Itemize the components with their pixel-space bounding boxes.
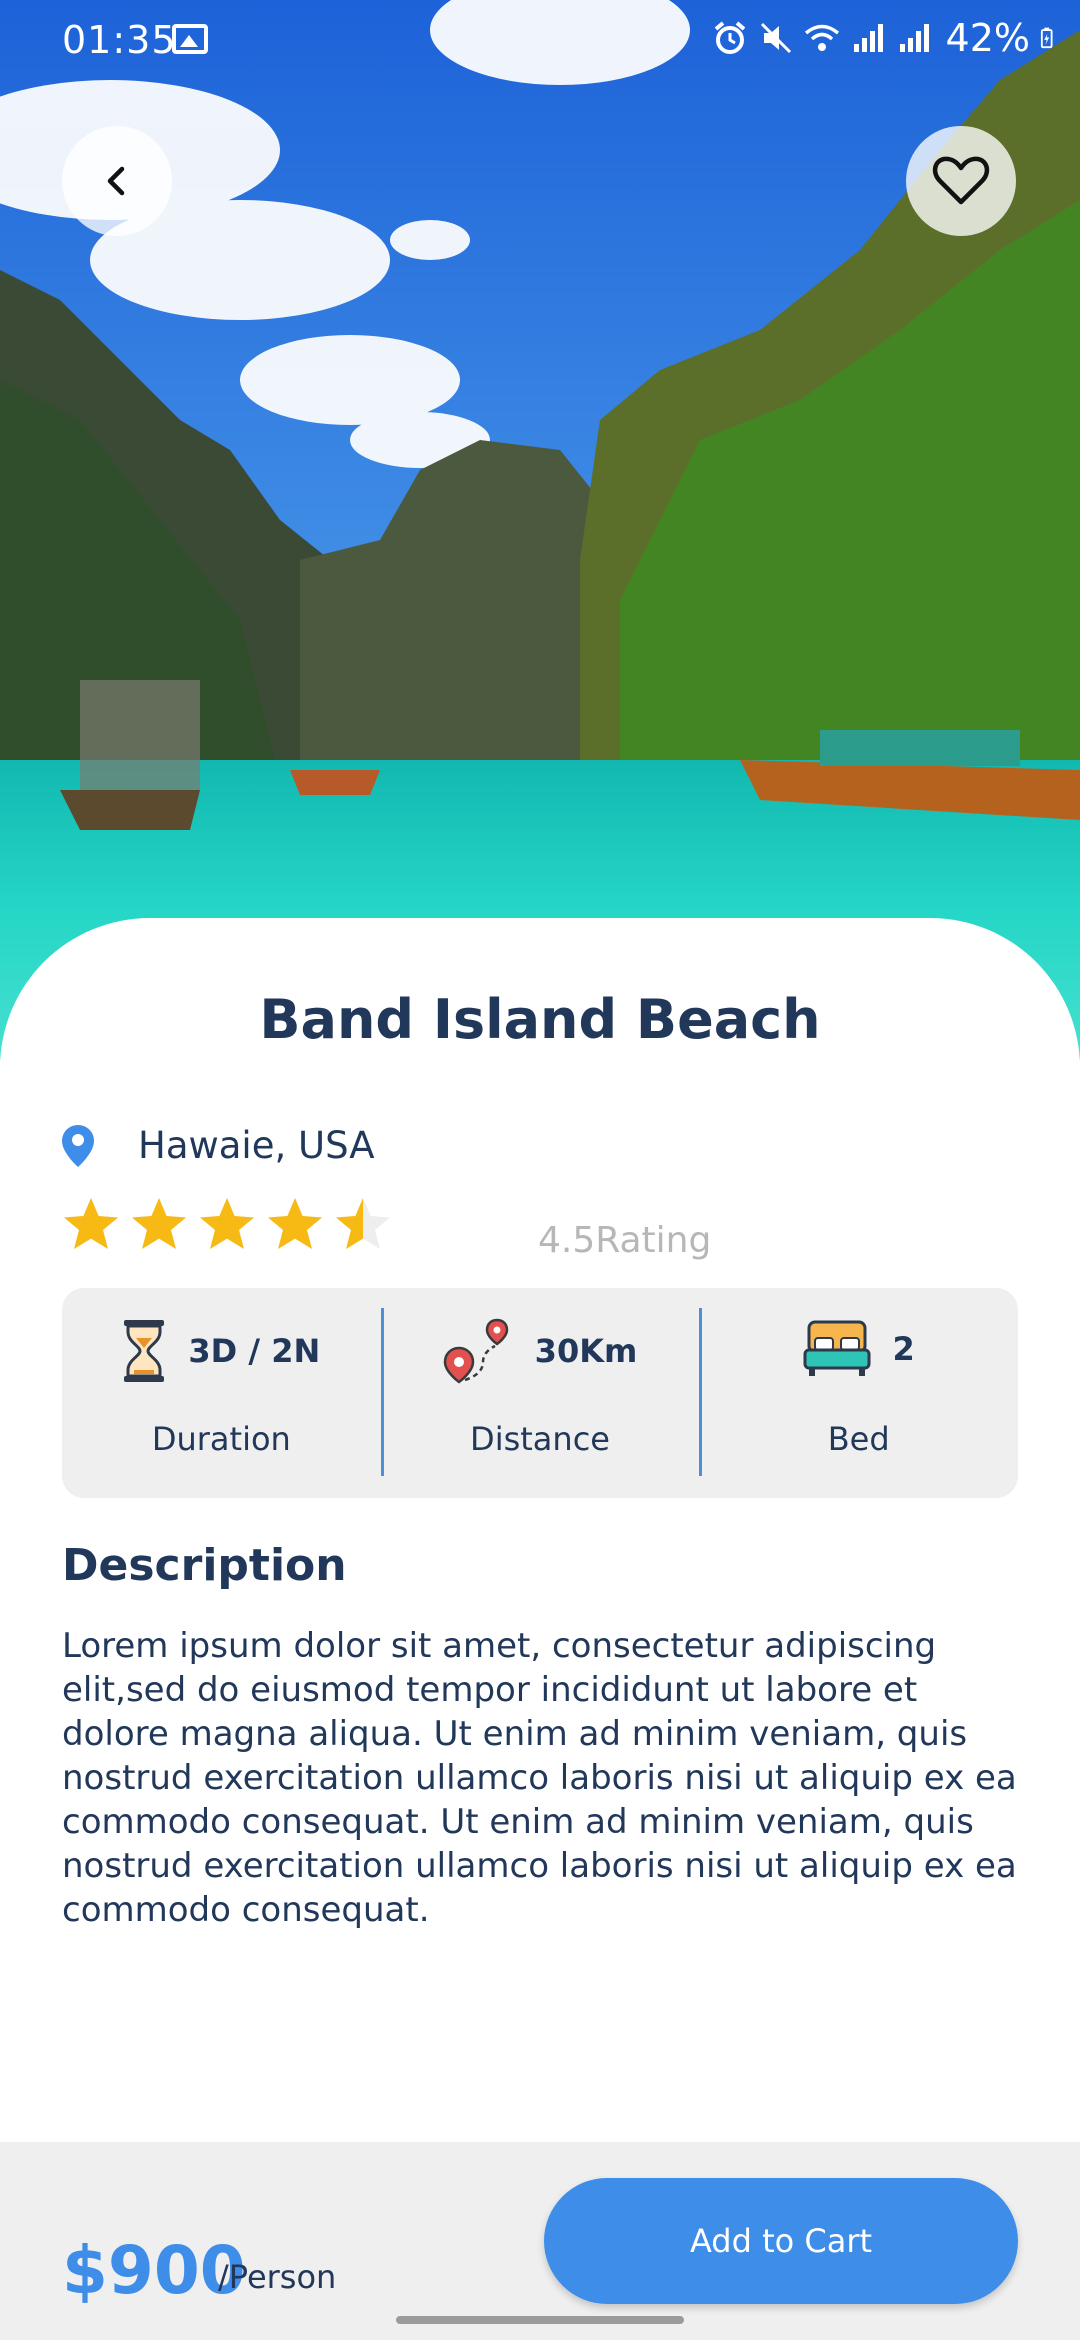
stat-value: 3D / 2N: [188, 1332, 321, 1370]
add-to-cart-button[interactable]: Add to Cart: [544, 2178, 1018, 2304]
stat-label: Distance: [470, 1420, 610, 1458]
favorite-button[interactable]: [906, 126, 1016, 236]
bed-icon: [803, 1320, 871, 1376]
signal-icon: [853, 24, 883, 52]
heart-outline-icon: [932, 156, 990, 205]
status-icons: 42%: [712, 16, 1062, 60]
location-row: Hawaie, USA: [62, 1124, 375, 1167]
home-indicator[interactable]: [396, 2316, 684, 2324]
place-title: Band Island Beach: [259, 988, 821, 1051]
stat-distance: 30Km Distance: [380, 1288, 700, 1498]
rating-stars: [62, 1196, 392, 1254]
stat-bed: 2 Bed: [699, 1288, 1018, 1498]
route-pins-icon: [443, 1318, 508, 1384]
battery-icon: [1040, 27, 1053, 49]
stat-value: 30Km: [534, 1332, 638, 1370]
description-title: Description: [62, 1540, 347, 1591]
hourglass-icon: [124, 1320, 165, 1382]
stat-value: 2: [892, 1330, 915, 1368]
location-text: Hawaie, USA: [138, 1124, 375, 1167]
star-full-icon: [64, 1198, 118, 1249]
detail-card: Band Island Beach Hawaie, USA 4.5Rating …: [0, 918, 1080, 2148]
gallery-icon: [172, 24, 208, 54]
stat-duration: 3D / 2N Duration: [62, 1288, 381, 1498]
back-button[interactable]: [62, 126, 172, 236]
description-body: Lorem ipsum dolor sit amet, consectetur …: [62, 1626, 1017, 1930]
signal-icon: [899, 24, 929, 52]
price-unit: /Person: [218, 2258, 337, 2296]
star-half-icon: [336, 1198, 390, 1249]
status-time: 01:35: [62, 18, 177, 62]
rating-text: 4.5Rating: [538, 1220, 712, 1261]
status-bar: 01:35 42%: [0, 0, 1080, 84]
star-full-icon: [200, 1198, 254, 1249]
location-pin-icon: [62, 1124, 94, 1167]
stat-label: Bed: [827, 1420, 890, 1458]
chevron-left-icon: [107, 166, 125, 196]
mute-icon: [760, 22, 791, 54]
battery-percent: 42%: [945, 16, 1030, 60]
bottom-bar: $900 /Person Add to Cart: [0, 2142, 1080, 2340]
star-full-icon: [132, 1198, 186, 1249]
wifi-icon: [804, 24, 839, 51]
star-full-icon: [268, 1198, 322, 1249]
alarm-icon: [714, 21, 745, 54]
stat-label: Duration: [151, 1420, 291, 1458]
stats-panel: 3D / 2N Duration 30Km Distance 2 Bed: [62, 1288, 1018, 1498]
